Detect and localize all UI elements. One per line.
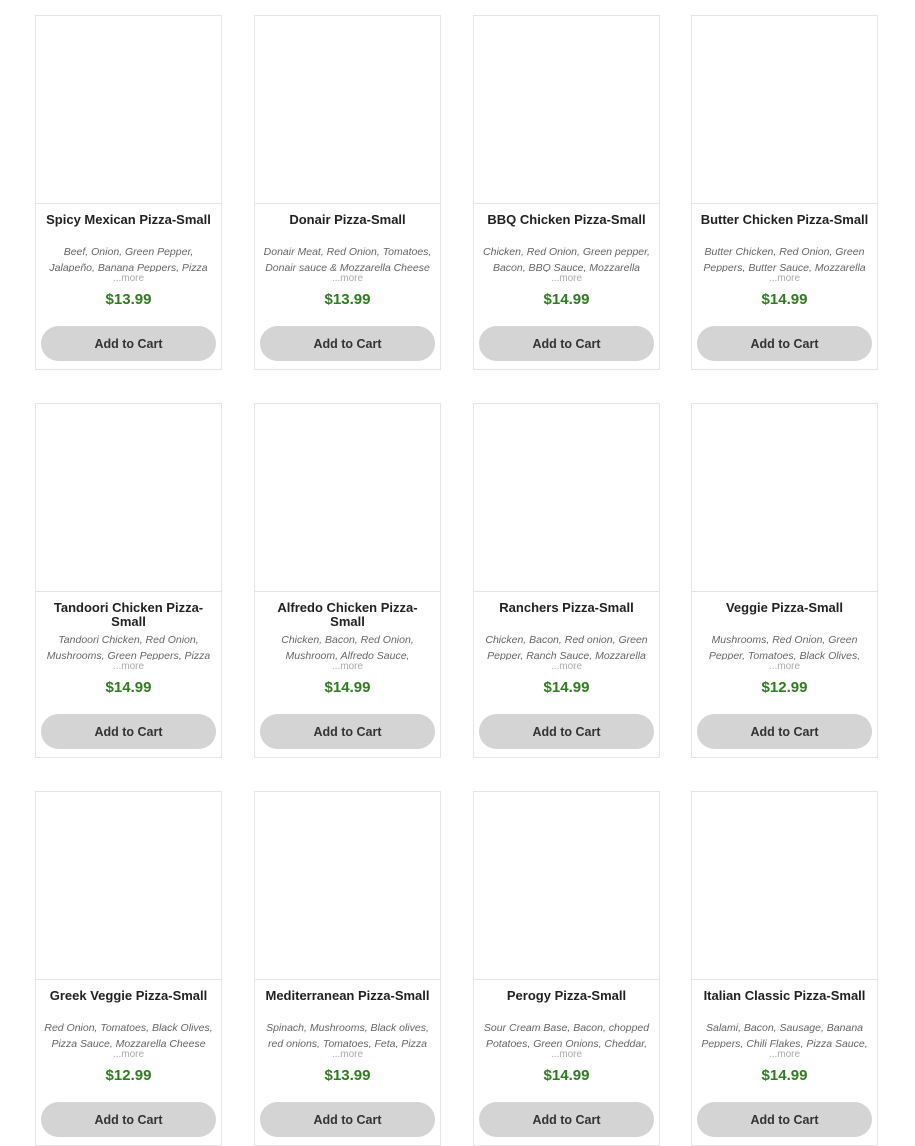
product-description: Sour Cream Base, Bacon, chopped Potatoes… bbox=[483, 1022, 650, 1048]
product-image[interactable] bbox=[36, 16, 221, 204]
product-card[interactable]: Mediterranean Pizza-Small Spinach, Mushr… bbox=[254, 791, 441, 1146]
product-price: $14.99 bbox=[543, 291, 590, 308]
product-price: $13.99 bbox=[105, 291, 152, 308]
add-to-cart-button[interactable]: Add to Cart bbox=[697, 326, 872, 361]
product-description: Mushrooms, Red Onion, Green Pepper, Toma… bbox=[708, 634, 861, 660]
product-card[interactable]: Donair Pizza-Small Donair Meat, Red Onio… bbox=[254, 15, 441, 370]
more-link[interactable]: ...more bbox=[474, 1049, 659, 1061]
product-image[interactable] bbox=[474, 16, 659, 204]
product-image[interactable] bbox=[692, 16, 877, 204]
product-name[interactable]: Perogy Pizza-Small bbox=[480, 989, 653, 1003]
product-price: $14.99 bbox=[543, 1067, 590, 1084]
product-image[interactable] bbox=[692, 792, 877, 980]
product-price: $12.99 bbox=[761, 679, 808, 696]
product-price: $14.99 bbox=[324, 679, 371, 696]
product-image[interactable] bbox=[36, 792, 221, 980]
product-description: Butter Chicken, Red Onion, Green Peppers… bbox=[703, 246, 866, 272]
more-link[interactable]: ...more bbox=[692, 273, 877, 285]
product-description: Red Onion, Tomatoes, Black Olives, Pizza… bbox=[44, 1022, 213, 1048]
product-card[interactable]: Perogy Pizza-Small Sour Cream Base, Baco… bbox=[473, 791, 660, 1146]
product-name[interactable]: Ranchers Pizza-Small bbox=[480, 601, 653, 615]
product-image[interactable] bbox=[36, 404, 221, 592]
product-price: $14.99 bbox=[105, 679, 152, 696]
more-link[interactable]: ...more bbox=[255, 661, 440, 673]
more-link[interactable]: ...more bbox=[255, 1049, 440, 1061]
more-link[interactable]: ...more bbox=[255, 273, 440, 285]
product-name[interactable]: Spicy Mexican Pizza-Small bbox=[42, 213, 215, 227]
product-description: Spinach, Mushrooms, Black olives, red on… bbox=[266, 1022, 429, 1048]
product-description: Chicken, Bacon, Red onion, Green Pepper,… bbox=[485, 634, 648, 660]
more-link[interactable]: ...more bbox=[692, 1049, 877, 1061]
product-description: Donair Meat, Red Onion, Tomatoes, Donair… bbox=[263, 246, 432, 272]
product-card[interactable]: Tandoori Chicken Pizza-Small Tandoori Ch… bbox=[35, 403, 222, 758]
product-name[interactable]: Donair Pizza-Small bbox=[261, 213, 434, 227]
product-card[interactable]: Greek Veggie Pizza-Small Red Onion, Toma… bbox=[35, 791, 222, 1146]
product-description: Tandoori Chicken, Red Onion, Mushrooms, … bbox=[46, 634, 211, 660]
add-to-cart-button[interactable]: Add to Cart bbox=[697, 714, 872, 749]
add-to-cart-button[interactable]: Add to Cart bbox=[697, 1102, 872, 1137]
product-image[interactable] bbox=[255, 404, 440, 592]
product-description: Chicken, Red Onion, Green pepper, Bacon,… bbox=[483, 246, 650, 272]
product-price: $14.99 bbox=[543, 679, 590, 696]
product-name[interactable]: Italian Classic Pizza-Small bbox=[698, 989, 871, 1003]
more-link[interactable]: ...more bbox=[36, 1049, 221, 1061]
product-card[interactable]: Spicy Mexican Pizza-Small Beef, Onion, G… bbox=[35, 15, 222, 370]
add-to-cart-button[interactable]: Add to Cart bbox=[479, 1102, 654, 1137]
add-to-cart-button[interactable]: Add to Cart bbox=[41, 326, 216, 361]
add-to-cart-button[interactable]: Add to Cart bbox=[260, 714, 435, 749]
more-link[interactable]: ...more bbox=[474, 273, 659, 285]
add-to-cart-button[interactable]: Add to Cart bbox=[41, 1102, 216, 1137]
product-name[interactable]: Greek Veggie Pizza-Small bbox=[42, 989, 215, 1003]
more-link[interactable]: ...more bbox=[36, 273, 221, 285]
product-image[interactable] bbox=[692, 404, 877, 592]
product-image[interactable] bbox=[474, 404, 659, 592]
product-name[interactable]: Veggie Pizza-Small bbox=[698, 601, 871, 615]
add-to-cart-button[interactable]: Add to Cart bbox=[479, 714, 654, 749]
product-name[interactable]: Tandoori Chicken Pizza-Small bbox=[42, 601, 215, 629]
more-link[interactable]: ...more bbox=[692, 661, 877, 673]
product-image[interactable] bbox=[255, 792, 440, 980]
product-card[interactable]: BBQ Chicken Pizza-Small Chicken, Red Oni… bbox=[473, 15, 660, 370]
product-card[interactable]: Italian Classic Pizza-Small Salami, Baco… bbox=[691, 791, 878, 1146]
product-name[interactable]: Mediterranean Pizza-Small bbox=[261, 989, 434, 1003]
add-to-cart-button[interactable]: Add to Cart bbox=[479, 326, 654, 361]
product-name[interactable]: Butter Chicken Pizza-Small bbox=[698, 213, 871, 227]
more-link[interactable]: ...more bbox=[474, 661, 659, 673]
product-name[interactable]: Alfredo Chicken Pizza-Small bbox=[261, 601, 434, 629]
product-price: $14.99 bbox=[761, 1067, 808, 1084]
product-price: $12.99 bbox=[105, 1067, 152, 1084]
product-price: $13.99 bbox=[324, 1067, 371, 1084]
product-card[interactable]: Veggie Pizza-Small Mushrooms, Red Onion,… bbox=[691, 403, 878, 758]
add-to-cart-button[interactable]: Add to Cart bbox=[260, 1102, 435, 1137]
product-image[interactable] bbox=[255, 16, 440, 204]
product-price: $13.99 bbox=[324, 291, 371, 308]
more-link[interactable]: ...more bbox=[36, 661, 221, 673]
product-description: Beef, Onion, Green Pepper, Jalapeño, Ban… bbox=[49, 246, 208, 272]
add-to-cart-button[interactable]: Add to Cart bbox=[41, 714, 216, 749]
add-to-cart-button[interactable]: Add to Cart bbox=[260, 326, 435, 361]
product-description: Chicken, Bacon, Red Onion, Mushroom, Alf… bbox=[281, 634, 414, 660]
product-card[interactable]: Butter Chicken Pizza-Small Butter Chicke… bbox=[691, 15, 878, 370]
product-price: $14.99 bbox=[761, 291, 808, 308]
product-image[interactable] bbox=[474, 792, 659, 980]
product-card[interactable]: Alfredo Chicken Pizza-Small Chicken, Bac… bbox=[254, 403, 441, 758]
product-name[interactable]: BBQ Chicken Pizza-Small bbox=[480, 213, 653, 227]
product-description: Salami, Bacon, Sausage, Banana Peppers, … bbox=[701, 1022, 868, 1048]
product-card[interactable]: Ranchers Pizza-Small Chicken, Bacon, Red… bbox=[473, 403, 660, 758]
